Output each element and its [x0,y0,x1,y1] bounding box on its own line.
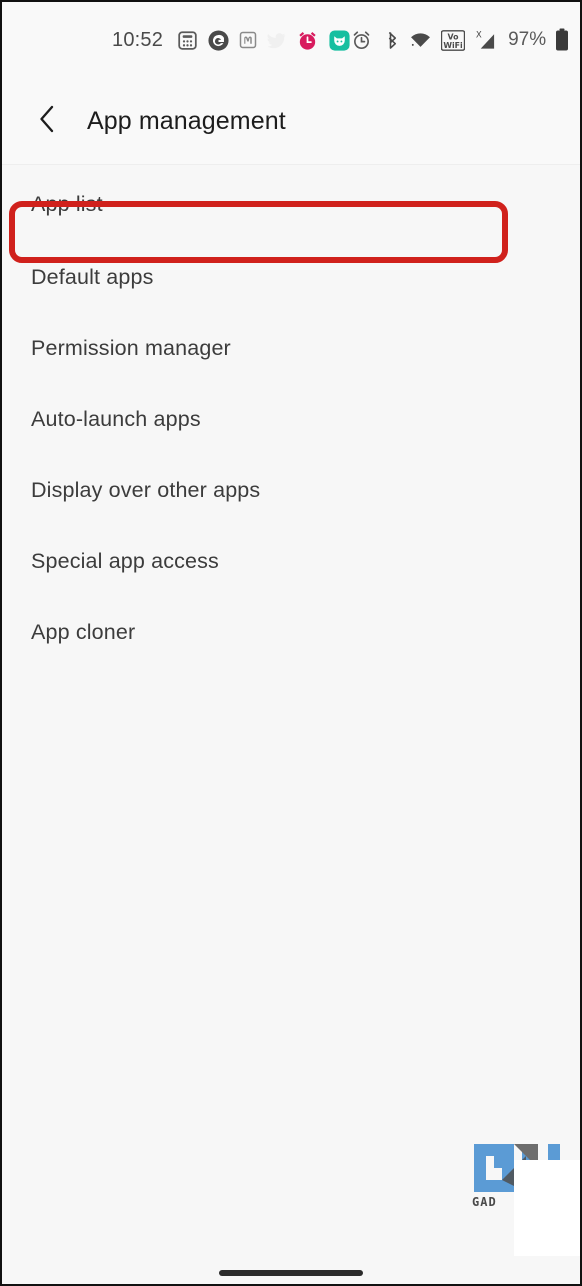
mastodon-icon [239,31,257,49]
status-bar-clock: 10:52 [112,28,164,51]
back-button[interactable] [30,104,64,138]
chevron-left-icon [37,104,57,139]
watermark-text: GAD [472,1195,497,1209]
alarm-clock-icon [351,30,372,51]
list-item-default-apps[interactable]: Default apps [2,242,580,313]
list-item-special-app-access[interactable]: Special app access [2,526,580,597]
list-item-auto-launch-apps[interactable]: Auto-launch apps [2,384,580,455]
cellular-signal-icon: X [474,30,497,51]
bluetooth-icon [381,30,400,51]
status-bar-left-group: 10:52 [112,29,351,52]
battery-percent-label: 97% [508,29,547,50]
twitter-icon [266,30,287,51]
phone-screen: 10:52 Vo WiFi X 97% App management App l… [0,0,582,1286]
list-item-label: Default apps [31,265,154,289]
status-bar-right-group: Vo WiFi X 97% [351,28,569,52]
settings-list: App list Default apps Permission manager… [2,166,580,668]
list-item-display-over-other-apps[interactable]: Display over other apps [2,455,580,526]
svg-text:X: X [476,30,482,40]
watermark: GAD [458,1138,580,1256]
home-gesture-bar[interactable] [219,1270,363,1276]
calculator-icon [177,30,198,51]
list-item-label: Special app access [31,549,219,573]
watermark-cover-overlay [514,1160,580,1256]
list-item-label: Permission manager [31,336,231,360]
list-item-label: Display over other apps [31,478,261,502]
vowifi-icon: Vo WiFi [441,29,466,51]
list-item-app-list[interactable]: App list [2,166,580,242]
wifi-icon [409,30,432,51]
app-bar: App management [2,78,580,165]
alarm-app-icon [296,29,319,52]
list-item-label: App list [31,191,103,216]
list-item-app-cloner[interactable]: App cloner [2,597,580,668]
status-bar: 10:52 Vo WiFi X 97% [2,2,580,78]
page-title: App management [87,106,286,135]
list-item-label: Auto-launch apps [31,407,201,431]
list-item-permission-manager[interactable]: Permission manager [2,313,580,384]
battery-icon [555,28,569,52]
mi-home-icon [328,29,351,52]
grammarly-icon [207,29,230,52]
svg-text:WiFi: WiFi [443,40,463,49]
list-item-label: App cloner [31,620,136,644]
